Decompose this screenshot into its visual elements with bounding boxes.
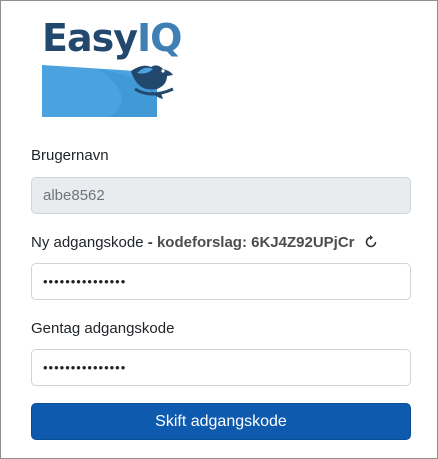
repeat-password-input[interactable]: ••••••••••••••• bbox=[31, 349, 411, 386]
username-field: albe8562 bbox=[31, 177, 411, 214]
repeat-password-masked: ••••••••••••••• bbox=[43, 360, 127, 375]
logo-text-easy: Easy bbox=[42, 16, 138, 60]
refresh-icon[interactable] bbox=[363, 234, 379, 250]
logo-text-iq: IQ bbox=[137, 16, 182, 60]
password-suggestion-value: 6KJ4Z92UPjCr bbox=[251, 234, 355, 251]
new-password-label-row: Ny adgangskode - kodeforslag: 6KJ4Z92UPj… bbox=[31, 234, 379, 251]
repeat-password-label: Gentag adgangskode bbox=[31, 320, 175, 337]
logo-wordmark: EasyIQ bbox=[42, 15, 182, 61]
new-password-masked: ••••••••••••••• bbox=[43, 274, 127, 289]
username-label: Brugernavn bbox=[31, 147, 109, 164]
change-password-button-label: Skift adgangskode bbox=[155, 412, 287, 430]
login-card: EasyIQ Brugernavn albe8562 Ny adgangskod… bbox=[0, 0, 438, 459]
username-value: albe8562 bbox=[43, 187, 105, 204]
label-separator: - bbox=[147, 234, 153, 251]
easyiq-logo: EasyIQ bbox=[39, 13, 182, 121]
new-password-input[interactable]: ••••••••••••••• bbox=[31, 263, 411, 300]
new-password-label: Ny adgangskode bbox=[31, 234, 144, 251]
change-password-button[interactable]: Skift adgangskode bbox=[31, 403, 411, 440]
password-suggestion-prefix: kodeforslag: bbox=[156, 234, 247, 251]
logo-wave-bird-icon bbox=[42, 65, 174, 117]
